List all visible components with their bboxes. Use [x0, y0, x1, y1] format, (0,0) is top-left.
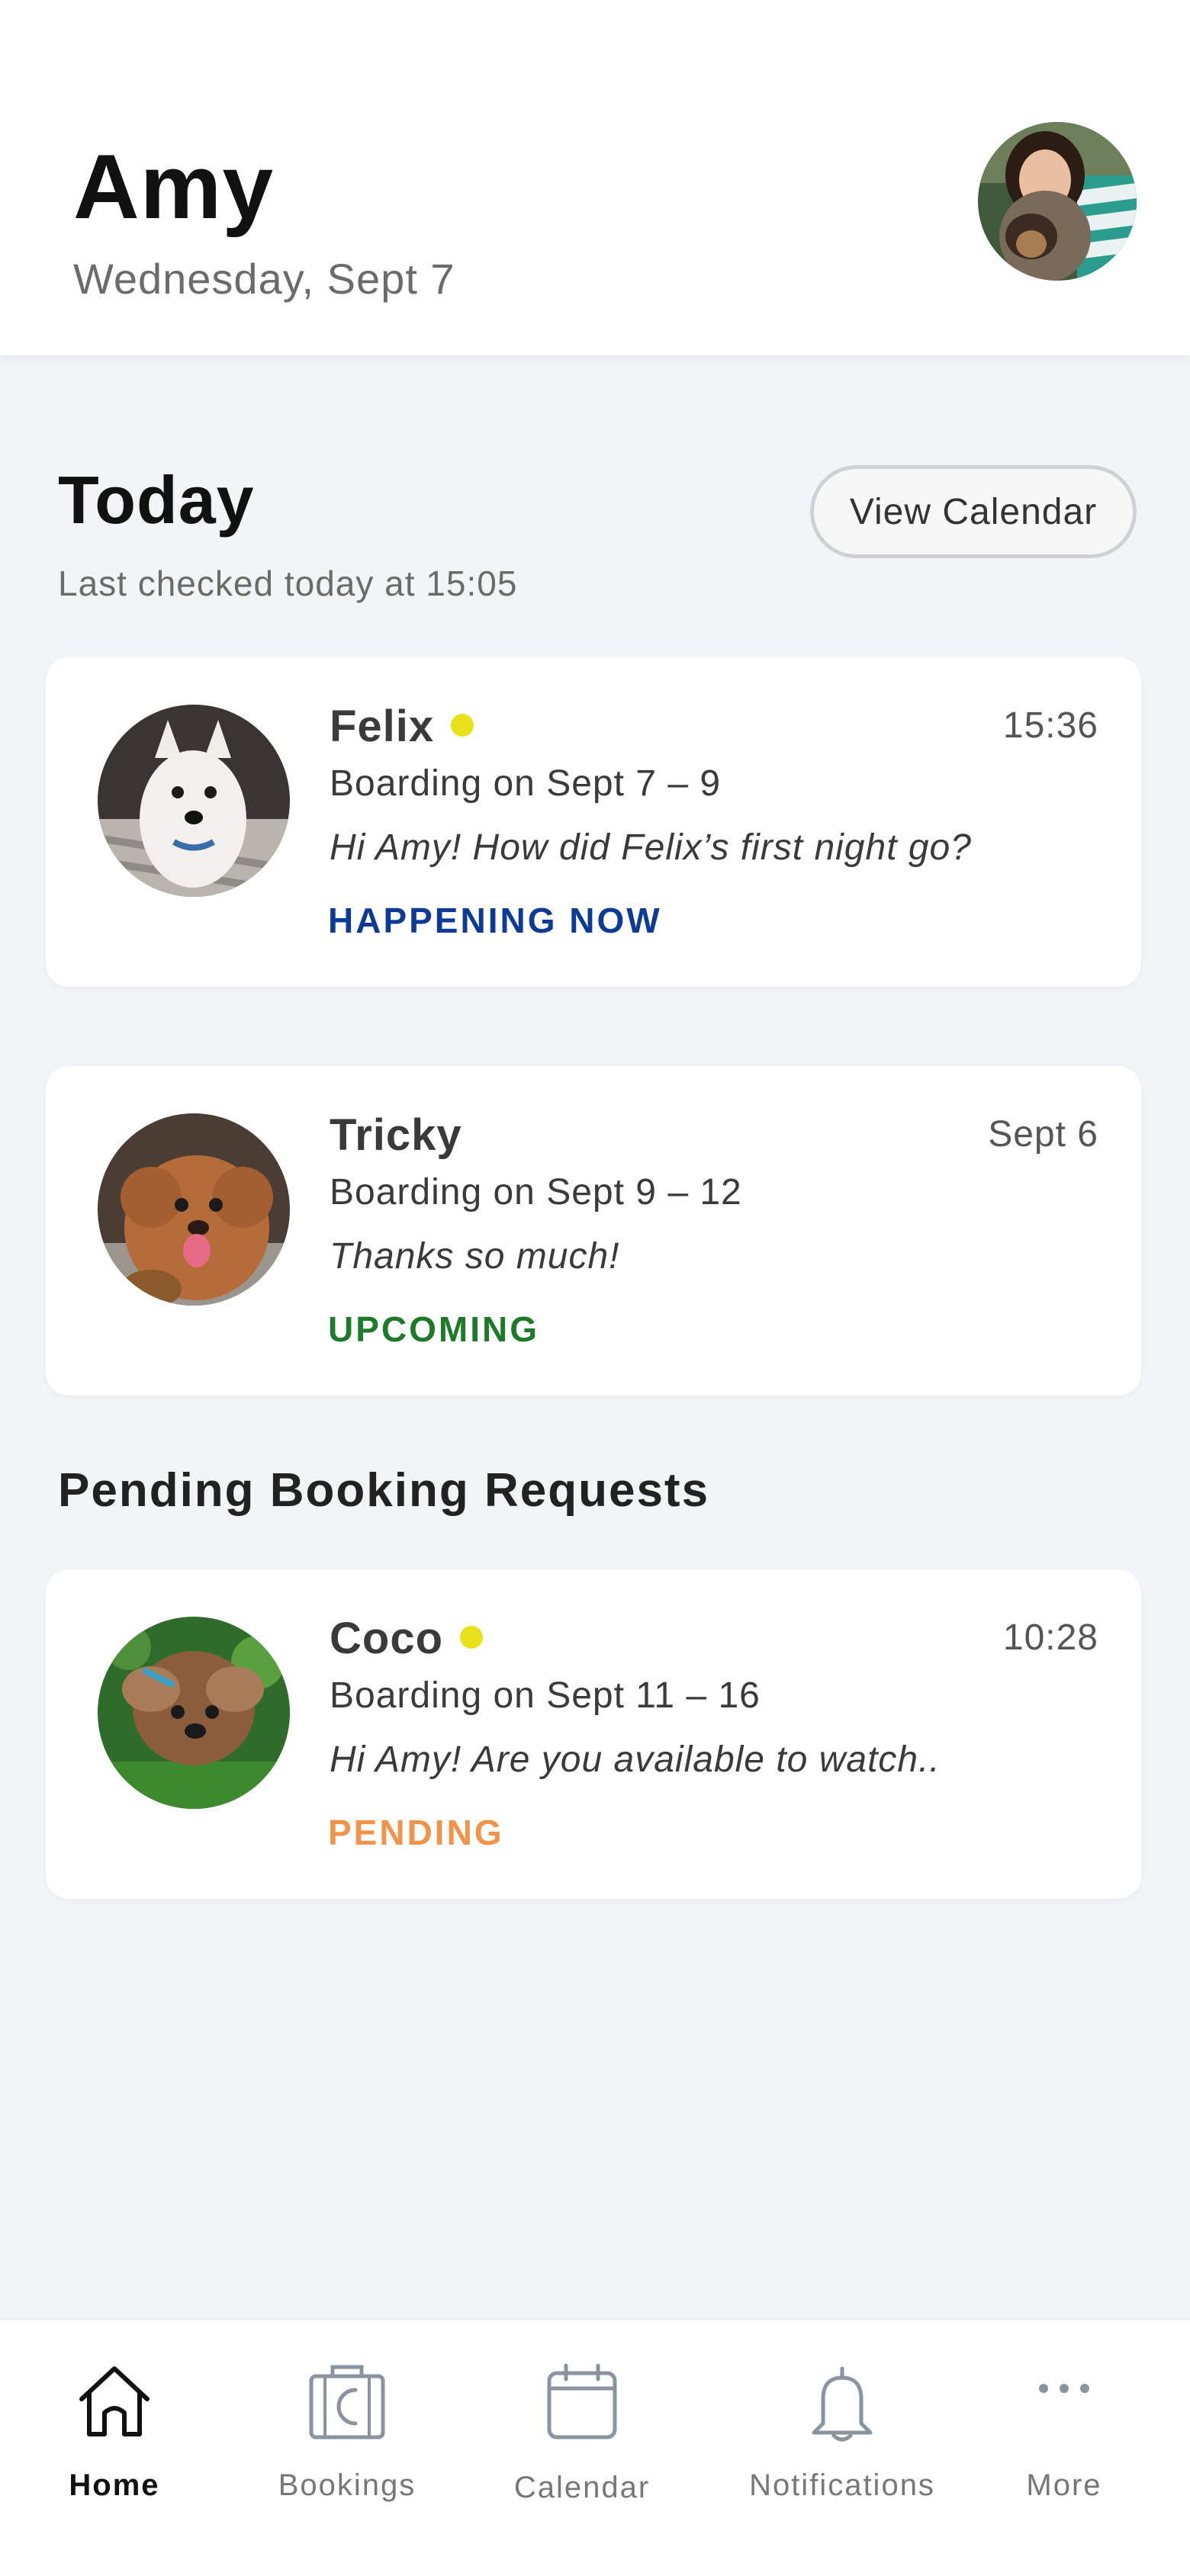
status-badge: UPCOMING — [328, 1309, 539, 1349]
tab-label: Home — [69, 2468, 160, 2502]
unread-indicator — [451, 713, 474, 737]
tab-label: Bookings — [278, 2468, 416, 2502]
booking-card-tricky[interactable]: Tricky Sept 6 Boarding on Sept 9 – 12 Th… — [46, 1066, 1141, 1396]
booking-dates: Boarding on Sept 9 – 12 — [330, 1172, 742, 1213]
pet-name: Felix — [330, 705, 474, 749]
unread-indicator — [460, 1625, 483, 1649]
dog-photo-icon — [98, 705, 290, 897]
tab-more[interactable]: More — [950, 2320, 1179, 2576]
today-heading: Today — [58, 462, 255, 538]
message-preview: Hi Amy! Are you available to watch.. — [330, 1739, 941, 1780]
tab-home[interactable]: Home — [0, 2320, 229, 2576]
view-calendar-button[interactable]: View Calendar — [810, 465, 1137, 558]
pet-photo-felix — [98, 705, 290, 897]
app-header: Amy Wednesday, Sept 7 — [0, 0, 1190, 355]
pet-name: Tricky — [330, 1113, 462, 1158]
current-date: Wednesday, Sept 7 — [73, 255, 455, 303]
booking-dates: Boarding on Sept 7 – 9 — [330, 763, 722, 804]
status-badge: PENDING — [328, 1813, 504, 1852]
pending-requests-heading: Pending Booking Requests — [58, 1464, 710, 1517]
home-icon — [79, 2366, 150, 2436]
booking-card-felix[interactable]: Felix 15:36 Boarding on Sept 7 – 9 Hi Am… — [46, 657, 1141, 987]
pet-photo-coco — [98, 1617, 290, 1809]
message-preview: Hi Amy! How did Felix’s first night go? — [330, 827, 972, 868]
pet-name-text: Coco — [330, 1614, 443, 1663]
dog-photo-icon — [98, 1113, 290, 1306]
tab-label: Notifications — [749, 2468, 935, 2502]
pet-name: Coco — [330, 1617, 483, 1661]
last-checked-text: Last checked today at 15:05 — [58, 564, 518, 603]
pet-name-text: Tricky — [330, 1110, 462, 1160]
tab-label: More — [1026, 2468, 1102, 2502]
message-time: 10:28 — [1002, 1617, 1098, 1658]
message-time: Sept 6 — [988, 1114, 1098, 1155]
bell-icon — [812, 2366, 873, 2442]
user-name: Amy — [73, 136, 275, 238]
tab-calendar[interactable]: Calendar — [468, 2320, 696, 2576]
pet-photo-tricky — [98, 1113, 290, 1306]
dog-photo-icon — [98, 1617, 290, 1809]
more-dots-icon — [1039, 2384, 1089, 2393]
pet-name-text: Felix — [330, 702, 435, 751]
user-avatar[interactable] — [978, 122, 1137, 281]
user-avatar-photo-icon — [978, 122, 1137, 281]
message-time: 15:36 — [1002, 705, 1098, 746]
booking-card-coco[interactable]: Coco 10:28 Boarding on Sept 11 – 16 Hi A… — [46, 1569, 1141, 1899]
bottom-tab-bar: Home Bookings Calendar Notifications Mor… — [0, 2318, 1190, 2576]
tab-label: Calendar — [513, 2471, 651, 2504]
booking-dates: Boarding on Sept 11 – 16 — [330, 1675, 761, 1716]
tab-bookings[interactable]: Bookings — [233, 2320, 462, 2576]
suitcase-moon-icon — [309, 2365, 385, 2439]
message-preview: Thanks so much! — [330, 1236, 620, 1277]
calendar-icon — [547, 2363, 617, 2439]
status-badge: HAPPENING NOW — [328, 901, 662, 940]
tab-notifications[interactable]: Notifications — [728, 2320, 957, 2576]
